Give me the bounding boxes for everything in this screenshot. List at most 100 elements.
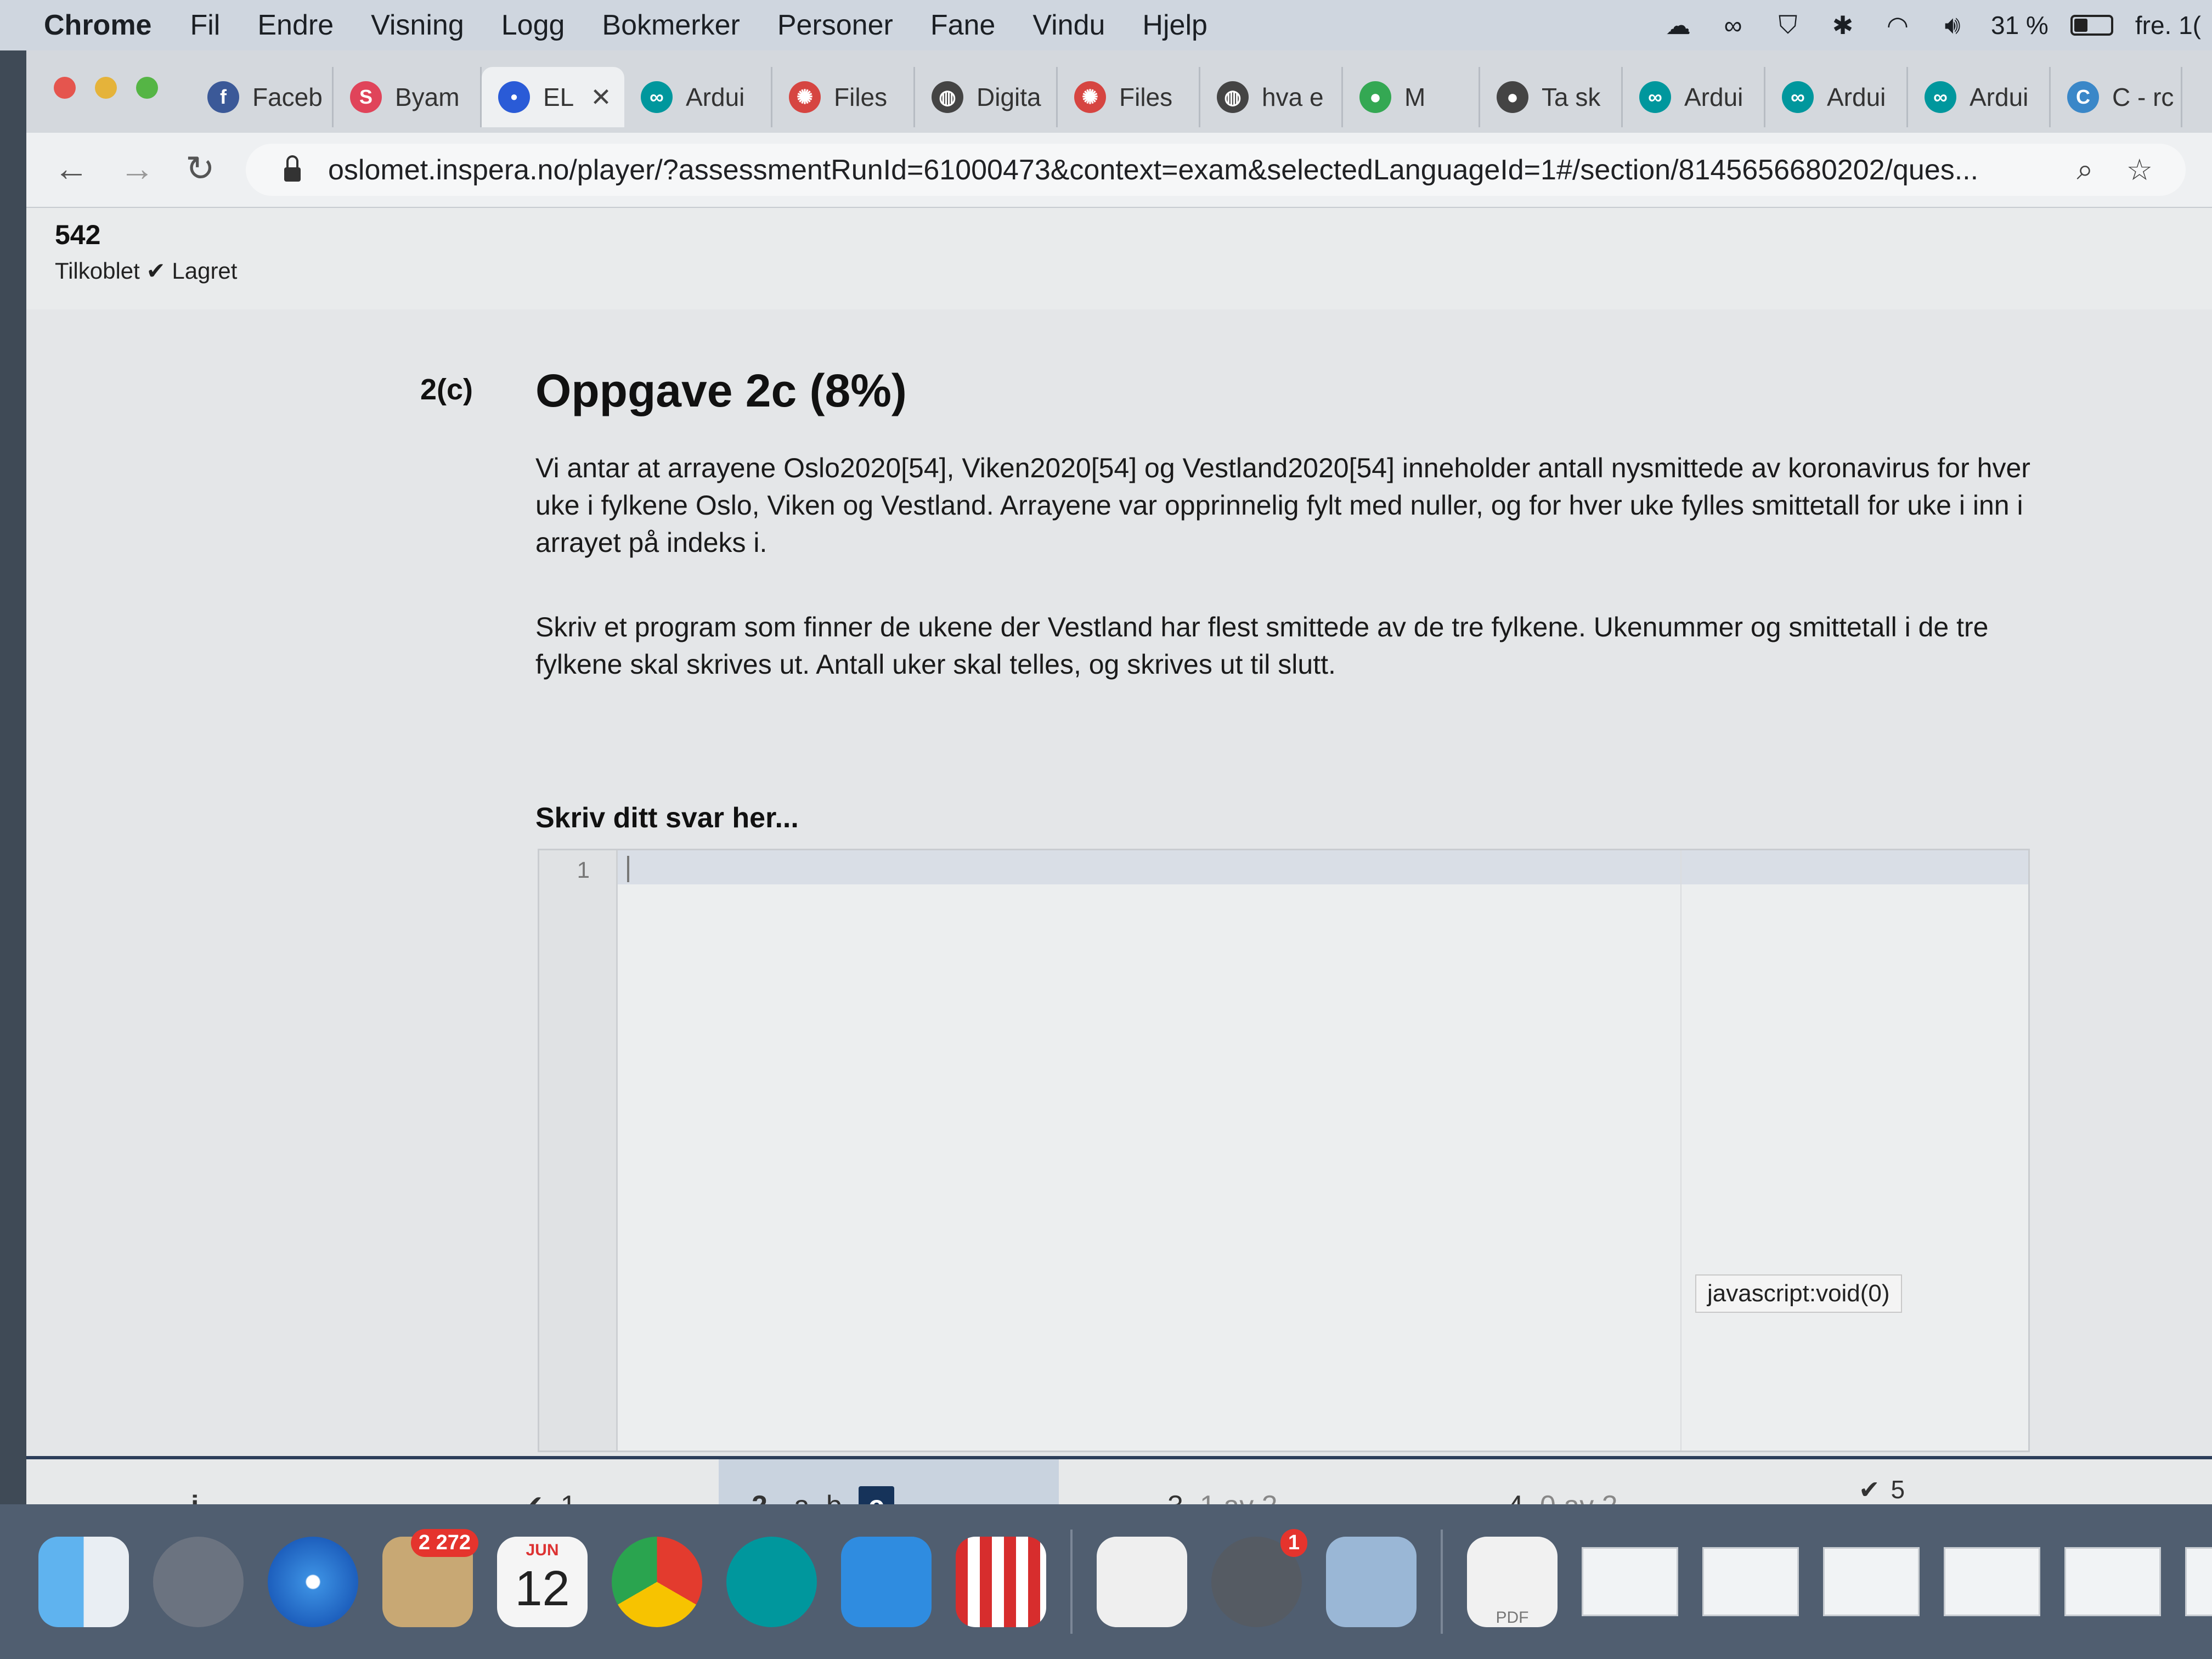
- browser-tab[interactable]: ● Ta sk: [1480, 67, 1623, 127]
- browser-tab[interactable]: ◍ Digita: [915, 67, 1058, 127]
- menu-visning[interactable]: Visning: [371, 9, 464, 42]
- dock-separator: [1070, 1530, 1073, 1634]
- browser-tab[interactable]: ∞ Ardui: [1623, 67, 1765, 127]
- chrome-icon[interactable]: [612, 1536, 702, 1627]
- question-number: 2(c): [420, 373, 473, 406]
- recent-document-thumbnail[interactable]: [2185, 1547, 2212, 1616]
- address-bar[interactable]: oslomet.inspera.no/player/?assessmentRun…: [246, 144, 2186, 196]
- question-title: Oppgave 2c (8%): [535, 365, 907, 416]
- safari-icon[interactable]: [268, 1536, 358, 1627]
- tab-list: f Faceb S Byam • EL ✕ ∞ Ardui ✺ Files ◍ Digita ✺ Files…: [191, 67, 2212, 133]
- recent-document-thumbnail[interactable]: [1582, 1547, 1678, 1616]
- finder-icon[interactable]: [38, 1536, 129, 1627]
- cloud-icon[interactable]: ☁: [1662, 11, 1695, 40]
- arduino-icon: ∞: [641, 81, 673, 113]
- tab-label: Faceb: [252, 83, 323, 111]
- c-icon: C: [2067, 81, 2099, 113]
- menu-logg[interactable]: Logg: [501, 9, 565, 42]
- system-preferences-icon[interactable]: 1: [1211, 1528, 1307, 1627]
- bluetooth-icon[interactable]: ✱: [1826, 11, 1859, 40]
- link-status-tooltip: javascript:void(0): [1695, 1274, 1902, 1313]
- calendar-icon[interactable]: JUN 12: [497, 1536, 588, 1627]
- exam-status-bar: 542 Tilkoblet ✔ Lagret: [26, 208, 2212, 309]
- calendar-day: 12: [515, 1561, 570, 1616]
- chat-icon: ●: [1359, 81, 1391, 113]
- pdf-label: PDF: [1496, 1608, 1529, 1627]
- tab-label: Files: [834, 83, 888, 111]
- canvas-icon: ✺: [1074, 81, 1106, 113]
- menubar-clock[interactable]: fre. 1(: [2135, 10, 2201, 40]
- answered-check-icon: ✔: [1859, 1475, 1880, 1504]
- browser-tab[interactable]: f Faceb: [191, 67, 334, 127]
- menu-endre[interactable]: Endre: [257, 9, 334, 42]
- back-arrow-icon[interactable]: ←: [54, 149, 89, 188]
- byam-icon: S: [350, 81, 382, 113]
- battery-percent: 31 %: [1990, 11, 2049, 40]
- browser-tab[interactable]: ● M: [1343, 67, 1480, 127]
- popcorn-icon[interactable]: [956, 1536, 1046, 1627]
- textedit-icon[interactable]: [1097, 1536, 1187, 1627]
- menu-fil[interactable]: Fil: [190, 9, 220, 42]
- menu-personer[interactable]: Personer: [777, 9, 893, 42]
- infinity-icon[interactable]: ∞: [1717, 11, 1750, 40]
- apple-icon: ●: [1497, 81, 1528, 113]
- browser-tab[interactable]: ∞ Ardui: [1765, 67, 1908, 127]
- pdf-document-icon[interactable]: PDF: [1467, 1536, 1558, 1627]
- xcode-icon[interactable]: [841, 1536, 932, 1627]
- menu-vindu[interactable]: Vindu: [1032, 9, 1105, 42]
- answer-prompt: Skriv ditt svar her...: [535, 802, 799, 834]
- recent-document-thumbnail[interactable]: [1823, 1547, 1920, 1616]
- battery-icon[interactable]: [2070, 15, 2113, 36]
- mail-icon[interactable]: 2 272: [382, 1528, 478, 1627]
- browser-tab[interactable]: • EL ✕: [482, 67, 624, 127]
- tab-label: Ardui: [686, 83, 745, 111]
- browser-tab[interactable]: ∞ Ardui: [624, 67, 772, 127]
- menu-hjelp[interactable]: Hjelp: [1142, 9, 1207, 42]
- code-editor[interactable]: 1: [538, 849, 2030, 1452]
- line-number: 1: [577, 857, 590, 883]
- wifi-icon[interactable]: ◠: [1881, 11, 1914, 40]
- prefs-badge: 1: [1280, 1528, 1307, 1557]
- browser-tab[interactable]: S Byam: [334, 67, 482, 127]
- menu-bokmerker[interactable]: Bokmerker: [602, 9, 740, 42]
- browser-tab[interactable]: ✺ Files: [772, 67, 915, 127]
- tab-label: Files: [1119, 83, 1173, 111]
- menu-app-name[interactable]: Chrome: [44, 9, 151, 42]
- shield-icon[interactable]: ⛉: [1771, 10, 1804, 39]
- globe-icon: ◍: [932, 81, 963, 113]
- browser-tab[interactable]: ◍ hva e: [1200, 67, 1343, 127]
- browser-toolbar: ← → ↻ oslomet.inspera.no/player/?assessm…: [26, 133, 2212, 208]
- recent-document-thumbnail[interactable]: [1702, 1547, 1799, 1616]
- menu-fane[interactable]: Fane: [930, 9, 996, 42]
- recent-document-thumbnail[interactable]: [2064, 1547, 2161, 1616]
- reload-icon[interactable]: ↻: [185, 149, 215, 188]
- volume-icon[interactable]: 🔊︎: [1936, 10, 1969, 39]
- close-tab-icon[interactable]: ✕: [590, 82, 612, 112]
- zoom-icon[interactable]: ⌕: [2076, 153, 2093, 187]
- canvas-icon: ✺: [789, 81, 821, 113]
- preview-icon[interactable]: [1326, 1536, 1417, 1627]
- facebook-icon: f: [207, 81, 239, 113]
- arduino-icon: ∞: [1639, 81, 1671, 113]
- print-margin: [1680, 850, 1681, 1451]
- editor-gutter: 1: [539, 850, 618, 1451]
- close-window-button[interactable]: [54, 77, 76, 99]
- forward-arrow-icon[interactable]: →: [120, 149, 155, 188]
- inspera-icon: •: [498, 81, 530, 113]
- browser-tab[interactable]: ✺ Files: [1058, 67, 1200, 127]
- dock-separator: [1441, 1530, 1443, 1634]
- recent-document-thumbnail[interactable]: [1944, 1547, 2040, 1616]
- minimize-window-button[interactable]: [95, 77, 117, 99]
- browser-tab[interactable]: C C - rc: [2051, 67, 2182, 127]
- arduino-icon[interactable]: [726, 1536, 817, 1627]
- arduino-icon: ∞: [1925, 81, 1956, 113]
- mail-badge: 2 272: [410, 1528, 478, 1557]
- arduino-icon: ∞: [1782, 81, 1814, 113]
- launchpad-icon[interactable]: [153, 1536, 244, 1627]
- zoom-window-button[interactable]: [136, 77, 158, 99]
- browser-tab[interactable]: ∞ Ardui: [1908, 67, 2051, 127]
- question-paragraph-2: Skriv et program som finner de ukene der…: [535, 612, 1989, 680]
- bookmark-star-icon[interactable]: ☆: [2126, 153, 2153, 187]
- lock-icon[interactable]: [284, 155, 301, 182]
- url-text[interactable]: oslomet.inspera.no/player/?assessmentRun…: [328, 154, 2076, 187]
